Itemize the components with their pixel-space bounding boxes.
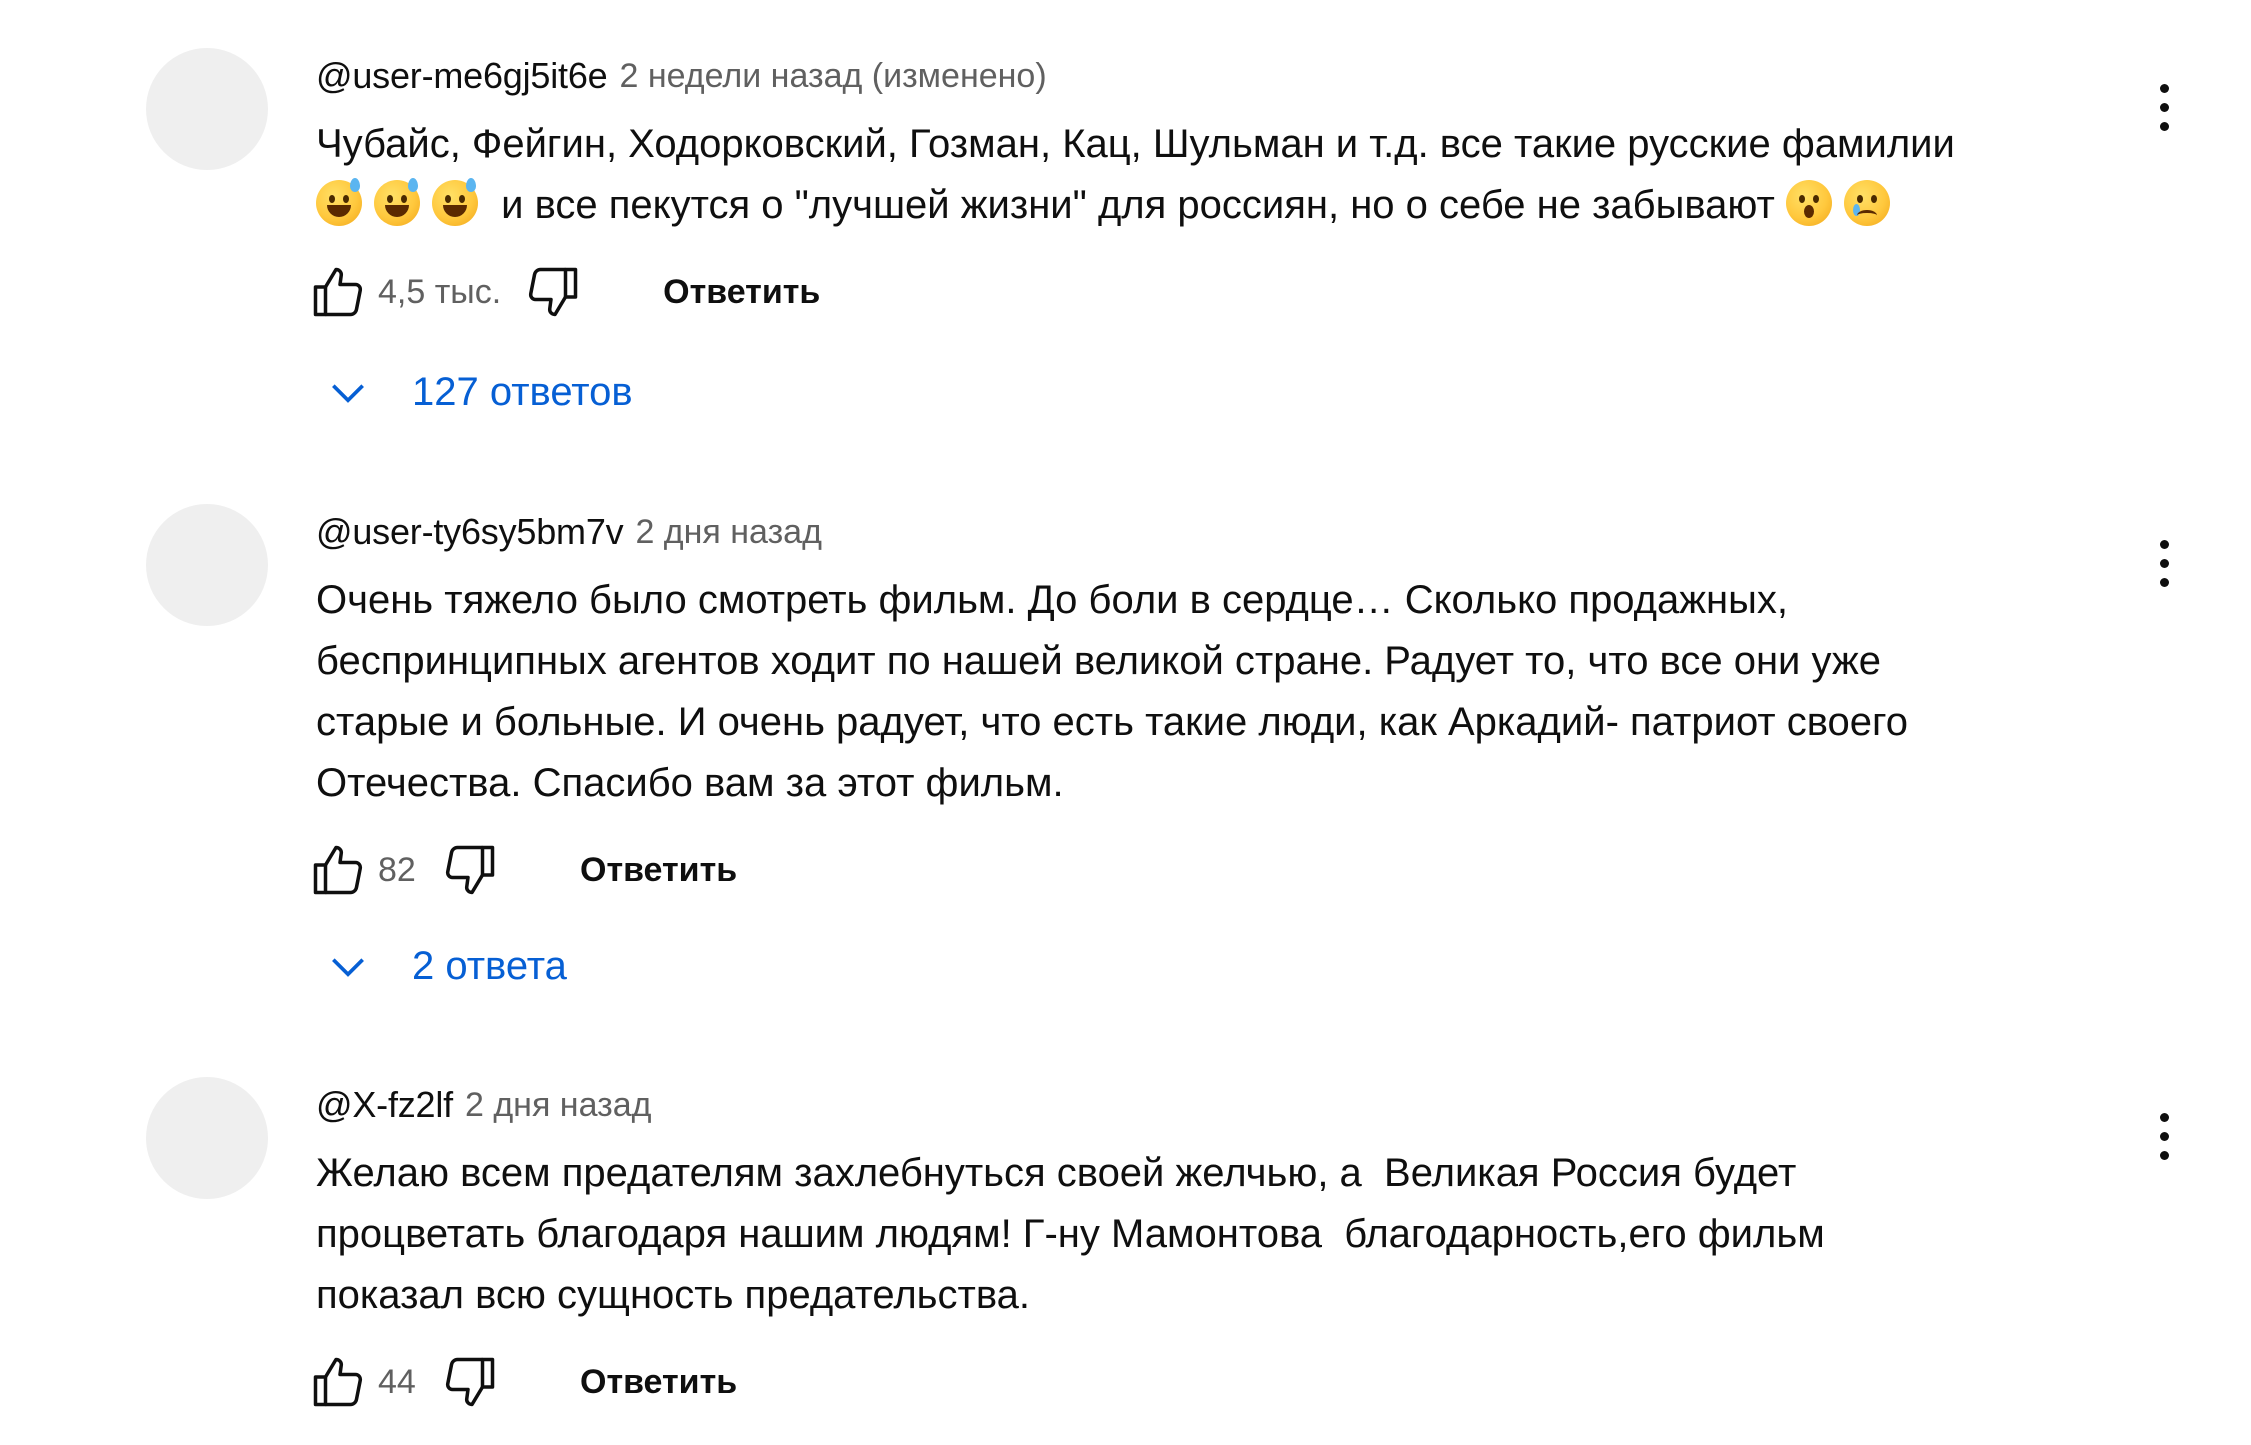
comment-time[interactable]: 2 дня назад: [635, 513, 821, 552]
grinning-sweat-emoji: [374, 178, 420, 226]
thumbs-up-icon: [313, 267, 363, 317]
comment-header: @user-me6gj5it6e 2 недели назад (изменен…: [316, 46, 2116, 106]
thumbs-down-icon: [529, 267, 578, 317]
comment-author[interactable]: @X-fz2lf: [316, 1084, 453, 1126]
more-vert-icon: [2160, 103, 2169, 112]
thumbs-down-icon: [445, 1357, 495, 1407]
like-button[interactable]: [308, 840, 368, 900]
comment-actions: 82 Ответить: [313, 840, 2116, 900]
dislike-button[interactable]: [523, 262, 583, 322]
crying-emoji: [1843, 180, 1890, 226]
dislike-button[interactable]: [440, 840, 500, 900]
comment-author[interactable]: @user-me6gj5it6e: [316, 55, 608, 97]
thumbs-up-icon: [313, 845, 363, 895]
more-vert-icon: [2160, 559, 2169, 568]
comment-time[interactable]: 2 недели назад (изменено): [619, 57, 1046, 96]
astonished-emoji: [1785, 180, 1832, 226]
comment-menu-button[interactable]: [2144, 534, 2184, 594]
like-count: 82: [378, 850, 416, 889]
comment-header: @X-fz2lf 2 дня назад: [316, 1075, 2116, 1135]
like-count: 44: [378, 1362, 416, 1401]
show-replies-button[interactable]: 2 ответа: [326, 944, 567, 989]
more-vert-icon: [2160, 84, 2169, 93]
reply-button[interactable]: Ответить: [663, 273, 820, 312]
grinning-sweat-emoji: [432, 178, 478, 226]
comment-body: @X-fz2lf 2 дня назад Желаю всем предател…: [313, 1075, 2116, 1412]
thumbs-up-icon: [313, 1357, 363, 1407]
grinning-sweat-emoji: [316, 178, 362, 226]
comment-body: @user-me6gj5it6e 2 недели назад (изменен…: [313, 46, 2116, 322]
more-vert-icon: [2160, 578, 2169, 587]
comment-text: Чубайс, Фейгин, Ходорковский, Гозман, Ка…: [316, 114, 2116, 236]
replies-count-label: 2 ответа: [412, 944, 567, 988]
more-vert-icon: [2160, 122, 2169, 131]
show-replies-button[interactable]: 127 ответов: [326, 370, 633, 415]
comment-menu-button[interactable]: [2144, 1107, 2184, 1167]
comment-body: @user-ty6sy5bm7v 2 дня назад Очень тяжел…: [313, 502, 2116, 900]
comment-header: @user-ty6sy5bm7v 2 дня назад: [316, 502, 2116, 562]
chevron-down-icon: [332, 383, 364, 403]
avatar[interactable]: [146, 48, 268, 170]
more-vert-icon: [2160, 540, 2169, 549]
like-button[interactable]: [308, 1352, 368, 1412]
more-vert-icon: [2160, 1113, 2169, 1122]
reply-button[interactable]: Ответить: [580, 1363, 737, 1402]
comment-text-line: и все пекутся о "лучшей жизни" для росси…: [490, 183, 1786, 227]
comment-text: Желаю всем предателям захлебнуться своей…: [316, 1151, 1825, 1317]
comment-actions: 4,5 тыс. Ответить: [313, 262, 2116, 322]
reply-button[interactable]: Ответить: [580, 851, 737, 890]
more-vert-icon: [2160, 1151, 2169, 1160]
more-vert-icon: [2160, 1132, 2169, 1141]
comment-menu-button[interactable]: [2144, 78, 2184, 138]
thumbs-down-icon: [445, 845, 495, 895]
comment-time[interactable]: 2 дня назад: [465, 1086, 651, 1125]
dislike-button[interactable]: [440, 1352, 500, 1412]
comment-actions: 44 Ответить: [313, 1352, 2116, 1412]
like-count: 4,5 тыс.: [378, 272, 502, 311]
chevron-down-icon: [332, 957, 364, 977]
like-button[interactable]: [308, 262, 368, 322]
comment-text-line: Чубайс, Фейгин, Ходорковский, Гозман, Ка…: [316, 122, 1955, 166]
comment-text: Очень тяжело было смотреть фильм. До бол…: [316, 578, 1908, 805]
avatar[interactable]: [146, 504, 268, 626]
replies-count-label: 127 ответов: [412, 370, 633, 414]
comment-author[interactable]: @user-ty6sy5bm7v: [316, 511, 624, 553]
avatar[interactable]: [146, 1077, 268, 1199]
